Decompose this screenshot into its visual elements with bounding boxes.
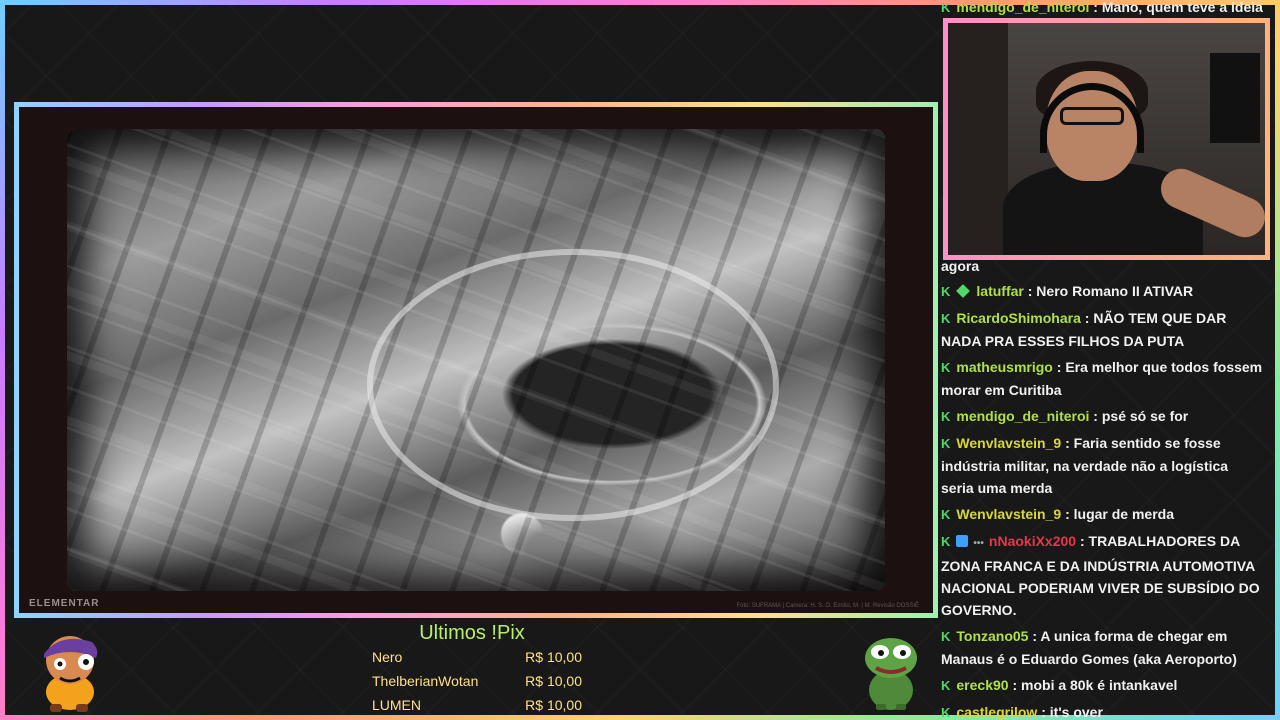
kick-badge-icon: K bbox=[941, 507, 951, 522]
chat-panel: Kmendigo_de_niteroi : Mano, quem teve a … bbox=[938, 0, 1268, 720]
chat-text: mobi a 80k é intankavel bbox=[1021, 677, 1178, 693]
chat-username[interactable]: Tonzano05 bbox=[956, 628, 1028, 644]
chat-username[interactable]: ereck90 bbox=[956, 677, 1008, 693]
chat-username[interactable]: mendigo_de_niteroi bbox=[956, 408, 1089, 424]
chat-message: K Wenvlavstein_9 : Faria sentido se fosse… bbox=[941, 435, 1229, 496]
pix-title: Ultimos !Pix bbox=[419, 622, 525, 644]
pix-row: ThelberianWotan R$ 10,00 bbox=[372, 669, 582, 693]
kick-badge-icon: K bbox=[941, 629, 951, 644]
chat-text: lugar de merda bbox=[1073, 506, 1175, 522]
kick-badge-icon: K bbox=[941, 409, 951, 424]
chat-message-tail: agora bbox=[941, 258, 980, 274]
kick-badge-icon: K bbox=[941, 678, 951, 693]
chat-message: Klatuffar : Nero Romano II ATIVAR bbox=[938, 278, 1268, 305]
kick-badge-icon: K bbox=[941, 0, 951, 15]
cube-badge-icon bbox=[956, 535, 969, 547]
watermark-logo: ELEMENTAR bbox=[29, 598, 100, 609]
chat-message: Kmatheusmrigo : Era melhor que todos fos… bbox=[941, 359, 1263, 398]
chat-username[interactable]: matheusmrigo bbox=[956, 359, 1052, 375]
chat-username[interactable]: Wenvlavstein_9 bbox=[956, 506, 1061, 522]
chat-username[interactable]: Wenvlavstein_9 bbox=[956, 435, 1061, 451]
chat-username[interactable]: castlegrilow bbox=[956, 704, 1037, 720]
kick-badge-icon: K bbox=[941, 436, 951, 451]
chat-message: Kereck90 : mobi a 80k é intankavel bbox=[938, 672, 1268, 699]
kick-badge-icon: K bbox=[941, 705, 951, 720]
chat-message: K Tonzano05 : A unica forma de chegar em … bbox=[941, 628, 1237, 667]
pix-amount: R$ 10,00 bbox=[525, 649, 582, 665]
chat-text: it's over bbox=[1049, 704, 1103, 720]
pix-list: Nero R$ 10,00 ThelberianWotan R$ 10,00 L… bbox=[372, 645, 582, 717]
chat-text: psé só se for bbox=[1101, 408, 1189, 424]
chat-username[interactable]: mendigo_de_niteroi bbox=[956, 0, 1089, 15]
aerial-photo bbox=[67, 129, 885, 591]
chat-message: Kcastlegrilow : it's over bbox=[938, 699, 1268, 720]
photo-caption: Foto: SUFRAMA | Camera: H. S. O. Emilio,… bbox=[736, 603, 920, 609]
dots-badge-icon: ••• bbox=[973, 538, 984, 549]
chat-message: K ••• nNaokiXx200 : TRABALHADORES DA ZONA … bbox=[941, 533, 1260, 618]
screen-share-frame: ELEMENTAR Foto: SUFRAMA | Camera: H. S. … bbox=[14, 102, 938, 618]
chat-message: Kmendigo_de_niteroi : psé só se for bbox=[938, 403, 1268, 430]
pix-amount: R$ 10,00 bbox=[525, 673, 582, 689]
chat-message: K RicardoShimohara : NÃO TEM QUE DAR NADA… bbox=[941, 310, 1227, 349]
chat-username[interactable]: latuffar bbox=[976, 283, 1023, 299]
mascot-character-icon bbox=[44, 636, 98, 712]
kick-badge-icon: K bbox=[941, 311, 951, 326]
chat-text: Mano, quem teve a ideia bbox=[1101, 0, 1263, 15]
pix-donor: ThelberianWotan bbox=[372, 673, 479, 689]
pix-donor: Nero bbox=[372, 649, 403, 665]
chat-message: K Wenvlavstein_9 : lugar de merda bbox=[938, 501, 1268, 528]
pix-donor: LUMEN bbox=[372, 697, 422, 713]
kick-badge-icon: K bbox=[941, 360, 951, 375]
kick-badge-icon: K bbox=[941, 284, 951, 299]
pepe-frog-icon bbox=[865, 638, 917, 710]
pix-row: Nero R$ 10,00 bbox=[372, 645, 582, 669]
pix-amount: R$ 10,00 bbox=[525, 697, 582, 713]
pix-row: LUMEN R$ 10,00 bbox=[372, 693, 582, 717]
subscriber-badge-icon bbox=[956, 284, 971, 298]
kick-badge-icon: K bbox=[941, 534, 951, 549]
chat-message-list: Klatuffar : Nero Romano II ATIVAR K Ricard… bbox=[938, 278, 1268, 720]
chat-message-partial: Kmendigo_de_niteroi : Mano, quem teve a … bbox=[938, 0, 1268, 21]
chat-text: Nero Romano II ATIVAR bbox=[1036, 283, 1194, 299]
chat-username[interactable]: RicardoShimohara bbox=[956, 310, 1080, 326]
screen-share: ELEMENTAR Foto: SUFRAMA | Camera: H. S. … bbox=[19, 107, 933, 613]
chat-username[interactable]: nNaokiXx200 bbox=[989, 533, 1076, 549]
